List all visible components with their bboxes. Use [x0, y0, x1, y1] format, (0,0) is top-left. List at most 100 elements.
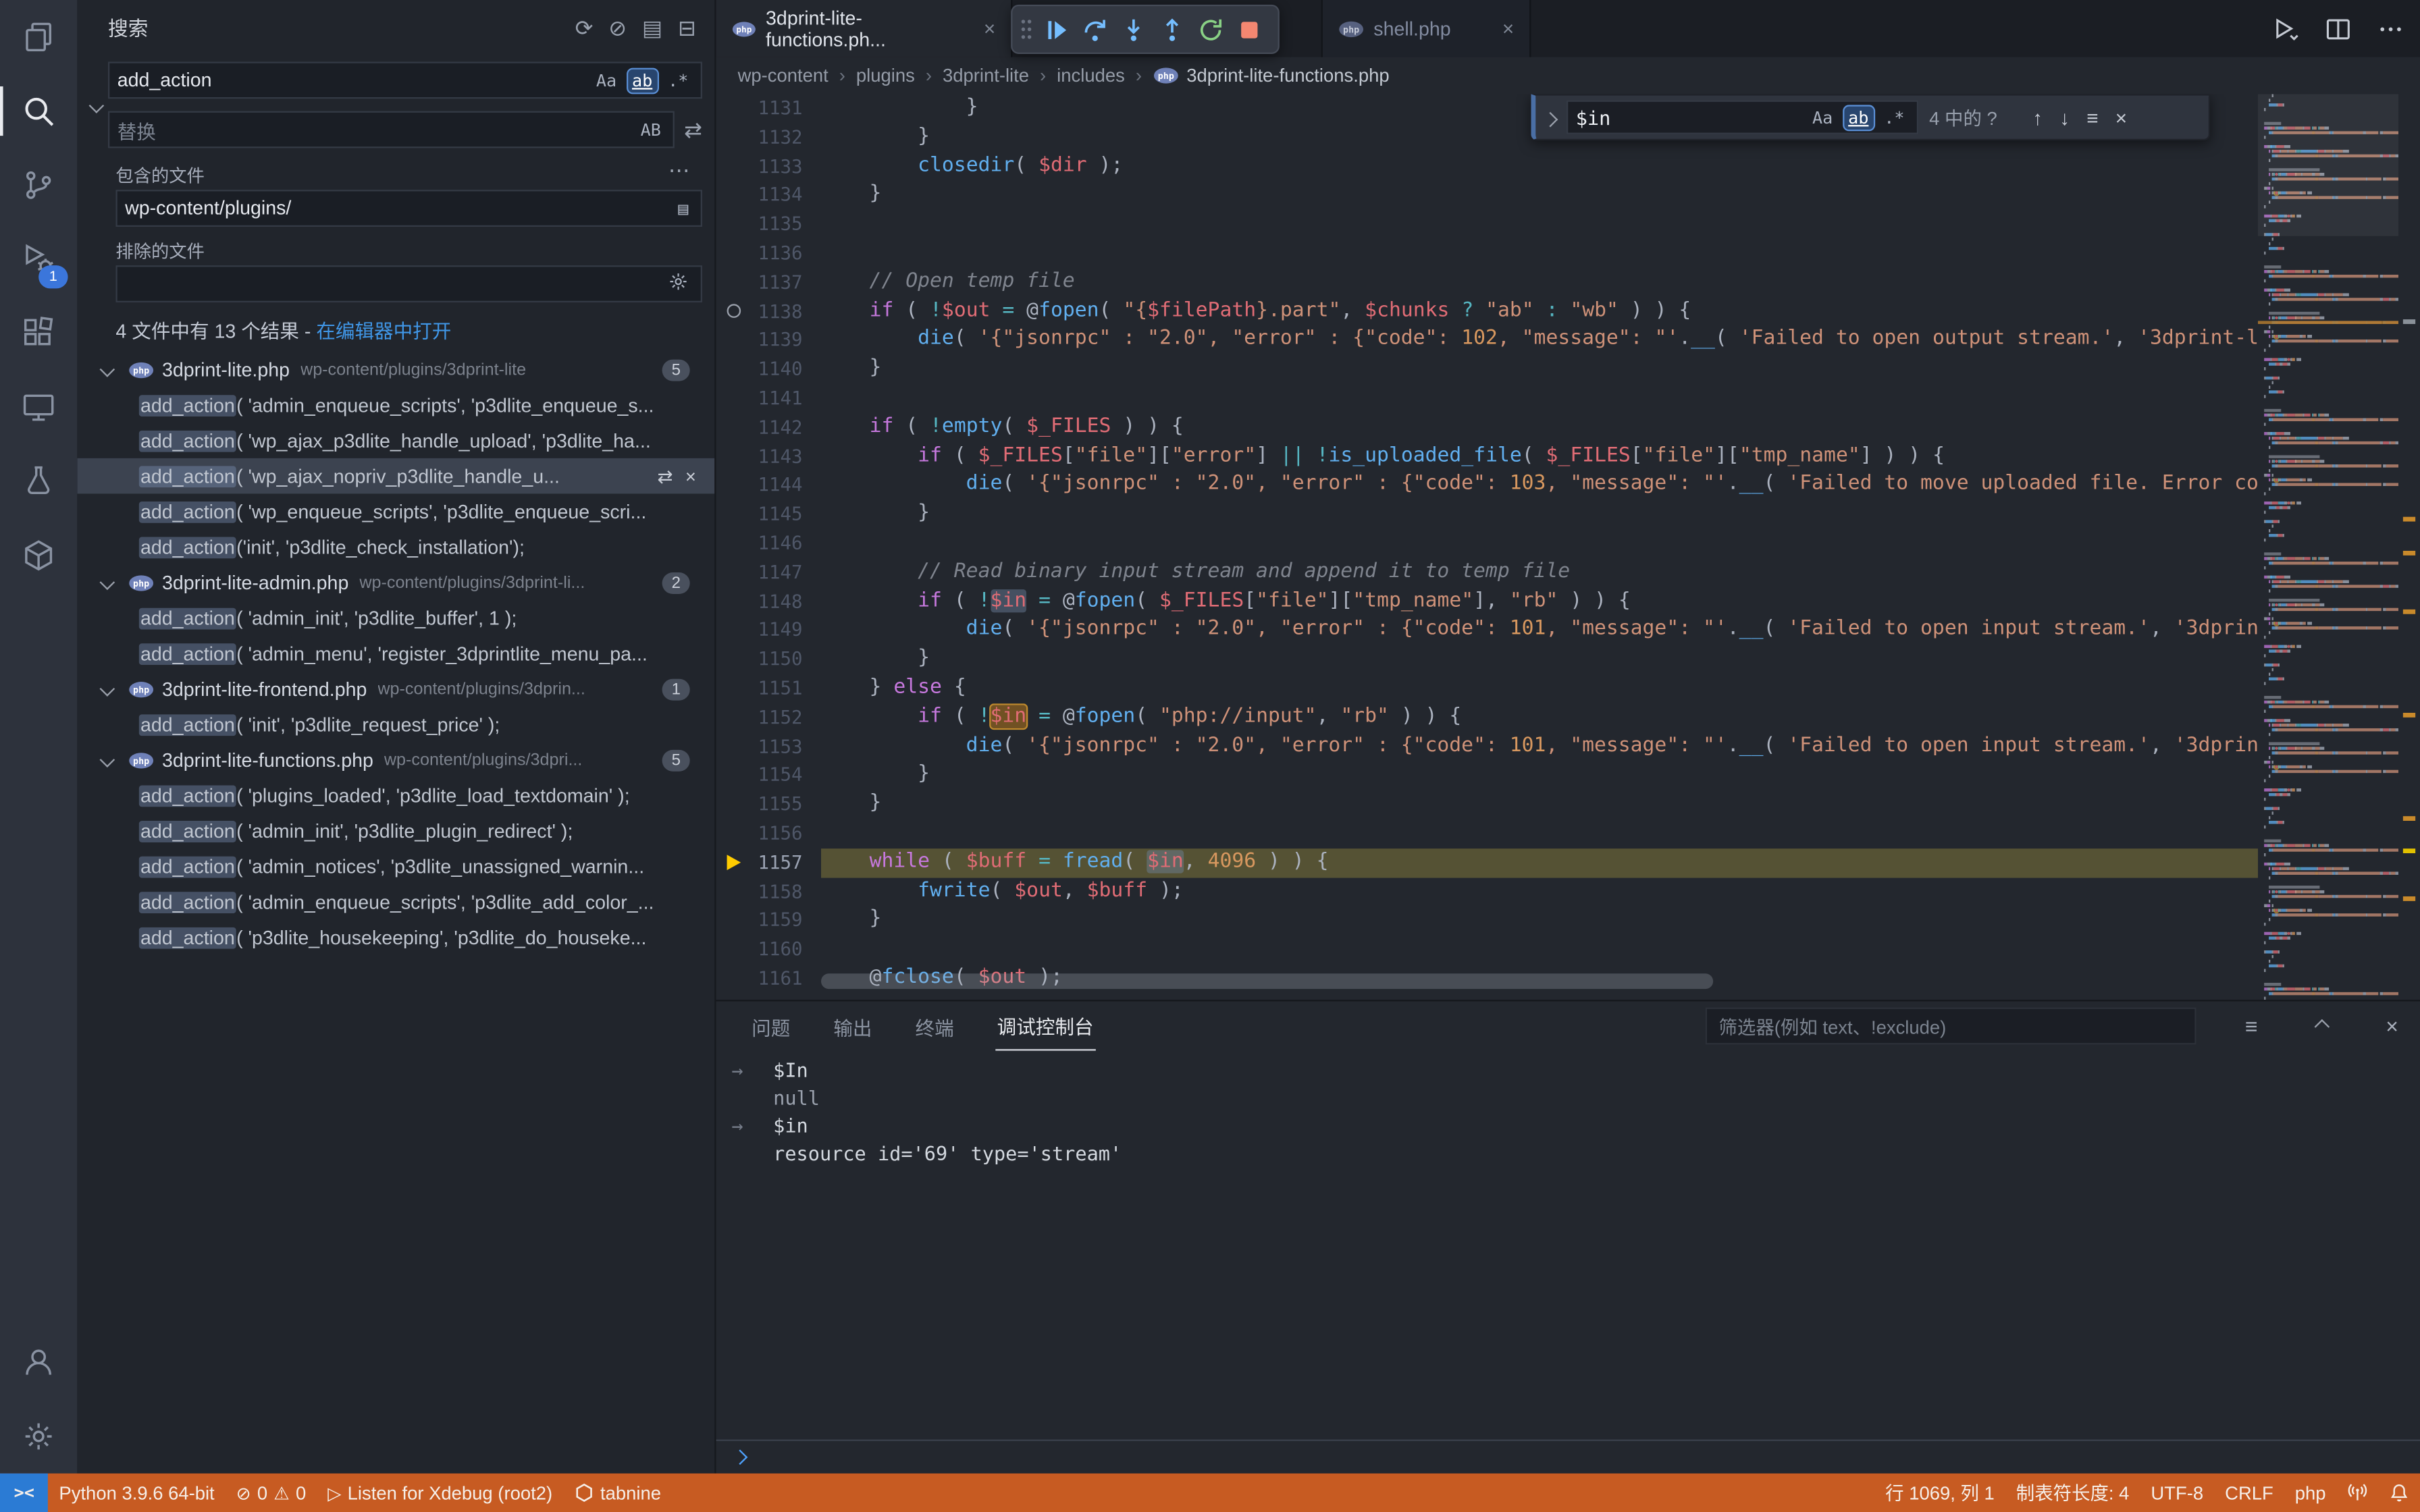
match-case-icon[interactable]: Aa: [591, 69, 621, 92]
panel-tab-debug-console[interactable]: 调试控制台: [995, 1001, 1095, 1050]
search-result-file[interactable]: php3dprint-lite-functions.phpwp-content/…: [77, 742, 714, 778]
debug-continue-icon[interactable]: [1041, 13, 1073, 45]
line-number[interactable]: 1161: [753, 964, 821, 993]
search-result-match[interactable]: add_action( 'admin_notices', 'p3dlite_un…: [77, 848, 714, 884]
maximize-panel-icon[interactable]: [2307, 1021, 2336, 1031]
breadcrumb-item[interactable]: 3dprint-lite: [943, 65, 1029, 86]
eol-status[interactable]: CRLF: [2214, 1474, 2284, 1512]
code-line[interactable]: 1149 die( '{"jsonrpc" : "2.0", "error" :…: [716, 616, 2258, 645]
code-line[interactable]: 1160: [716, 935, 2258, 964]
remote-explorer-icon[interactable]: [0, 371, 77, 445]
replace-all-icon[interactable]: ⇄: [684, 117, 702, 142]
encoding-status[interactable]: UTF-8: [2140, 1474, 2214, 1512]
line-number[interactable]: 1137: [753, 268, 821, 297]
panel-tab-output[interactable]: 输出: [832, 1002, 874, 1050]
find-input[interactable]: $in Aa ab .*: [1567, 101, 1918, 134]
search-open-editors-icon[interactable]: ▤: [673, 196, 693, 219]
close-panel-icon[interactable]: ×: [2377, 1014, 2408, 1039]
line-number[interactable]: 1138: [753, 297, 821, 326]
breadcrumb-item-file[interactable]: php 3dprint-lite-functions.php: [1153, 65, 1390, 86]
search-icon[interactable]: [0, 74, 77, 148]
find-regex-icon[interactable]: .*: [1879, 106, 1909, 129]
breadcrumb-item[interactable]: wp-content: [738, 65, 828, 86]
search-result-match[interactable]: add_action( 'admin_enqueue_scripts', 'p3…: [77, 884, 714, 920]
debug-stop-icon[interactable]: [1233, 13, 1265, 45]
search-result-match[interactable]: add_action( 'wp_ajax_nopriv_p3dlite_hand…: [77, 458, 714, 494]
run-or-debug-icon[interactable]: [2269, 11, 2303, 45]
find-whole-word-icon[interactable]: ab: [1843, 106, 1873, 129]
code-line[interactable]: 1144 die( '{"jsonrpc" : "2.0", "error" :…: [716, 471, 2258, 500]
code-line[interactable]: 1139 die( '{"jsonrpc" : "2.0", "error" :…: [716, 326, 2258, 355]
remote-indicator[interactable]: ><: [0, 1474, 48, 1512]
line-number[interactable]: 1131: [753, 94, 821, 123]
python-version-status[interactable]: Python 3.9.6 64-bit: [48, 1474, 225, 1512]
code-line[interactable]: 1137 // Open temp file: [716, 268, 2258, 297]
glyph-margin[interactable]: [716, 210, 754, 239]
glyph-margin[interactable]: [716, 471, 754, 500]
run-debug-icon[interactable]: 1: [0, 222, 77, 296]
toggle-replace-chevron-icon[interactable]: [83, 61, 108, 148]
debug-console-input[interactable]: [716, 1440, 2420, 1474]
find-toggle-replace-icon[interactable]: [1545, 106, 1556, 129]
files-exclude-input[interactable]: [115, 265, 702, 302]
glyph-margin[interactable]: [716, 587, 754, 616]
search-result-file[interactable]: php3dprint-lite-frontend.phpwp-content/p…: [77, 671, 714, 707]
xdebug-status[interactable]: ▷Listen for Xdebug (root2): [317, 1474, 563, 1512]
line-number[interactable]: 1150: [753, 645, 821, 674]
find-previous-icon[interactable]: ↑: [2030, 106, 2046, 129]
line-number[interactable]: 1146: [753, 529, 821, 558]
whole-word-icon[interactable]: ab: [627, 69, 657, 92]
glyph-margin[interactable]: [716, 529, 754, 558]
debug-current-line-icon[interactable]: [716, 848, 754, 878]
glyph-margin[interactable]: [716, 355, 754, 384]
debug-step-out-icon[interactable]: [1156, 13, 1188, 45]
account-icon[interactable]: [0, 1325, 77, 1399]
replace-input[interactable]: 替换 AB: [108, 111, 675, 148]
glyph-margin[interactable]: [716, 906, 754, 935]
line-number[interactable]: 1158: [753, 877, 821, 906]
line-number[interactable]: 1155: [753, 790, 821, 819]
testing-icon[interactable]: [0, 444, 77, 518]
glyph-margin[interactable]: [716, 500, 754, 529]
line-number[interactable]: 1147: [753, 558, 821, 587]
find-close-icon[interactable]: ×: [2112, 106, 2130, 129]
more-actions-icon[interactable]: [2373, 11, 2407, 45]
glyph-margin[interactable]: [716, 732, 754, 761]
code-line[interactable]: 1141: [716, 384, 2258, 413]
search-result-match[interactable]: add_action( 'plugins_loaded', 'p3dlite_l…: [77, 778, 714, 813]
code-line[interactable]: 1142 if ( !empty( $_FILES ) ) {: [716, 413, 2258, 442]
line-number[interactable]: 1145: [753, 500, 821, 529]
code-line[interactable]: 1138 if ( !$out = @fopen( "{$filePath}.p…: [716, 297, 2258, 326]
code-line[interactable]: 1158 fwrite( $out, $buff );: [716, 877, 2258, 906]
line-number[interactable]: 1152: [753, 703, 821, 732]
glyph-margin[interactable]: [716, 703, 754, 732]
search-result-match[interactable]: add_action( 'admin_init', 'p3dlite_buffe…: [77, 600, 714, 636]
code-line[interactable]: 1145 }: [716, 500, 2258, 529]
line-number[interactable]: 1143: [753, 442, 821, 471]
search-result-match[interactable]: add_action( 'init', 'p3dlite_request_pri…: [77, 707, 714, 742]
glyph-margin[interactable]: [716, 790, 754, 819]
glyph-margin[interactable]: [716, 616, 754, 645]
extensions-icon[interactable]: [0, 296, 77, 371]
files-include-input[interactable]: wp-content/plugins/ ▤: [115, 190, 702, 227]
line-number[interactable]: 1133: [753, 152, 821, 181]
glyph-margin[interactable]: [716, 558, 754, 587]
dismiss-match-icon[interactable]: ×: [685, 465, 696, 487]
indentation-status[interactable]: 制表符长度: 4: [2005, 1474, 2140, 1512]
tab-3dprint-lite-functions[interactable]: php 3dprint-lite-functions.ph... ×: [716, 0, 1013, 57]
new-search-editor-icon[interactable]: ▤: [642, 15, 662, 40]
search-result-match[interactable]: add_action( 'admin_menu', 'register_3dpr…: [77, 636, 714, 672]
line-number[interactable]: 1141: [753, 384, 821, 413]
tab-close-icon[interactable]: ×: [972, 17, 996, 40]
search-result-file[interactable]: php3dprint-lite-admin.phpwp-content/plug…: [77, 565, 714, 601]
debug-restart-icon[interactable]: [1194, 13, 1227, 45]
settings-gear-icon[interactable]: [0, 1399, 77, 1474]
glyph-margin[interactable]: [716, 268, 754, 297]
code-line[interactable]: 1147 // Read binary input stream and app…: [716, 558, 2258, 587]
line-number[interactable]: 1148: [753, 587, 821, 616]
search-result-match[interactable]: add_action( 'admin_init', 'p3dlite_plugi…: [77, 813, 714, 849]
line-number[interactable]: 1132: [753, 123, 821, 152]
code-line[interactable]: 1152 if ( !$in = @fopen( "php://input", …: [716, 703, 2258, 732]
console-filter-input[interactable]: 筛选器(例如 text、!exclude): [1705, 1008, 2196, 1045]
glyph-margin[interactable]: [716, 442, 754, 471]
